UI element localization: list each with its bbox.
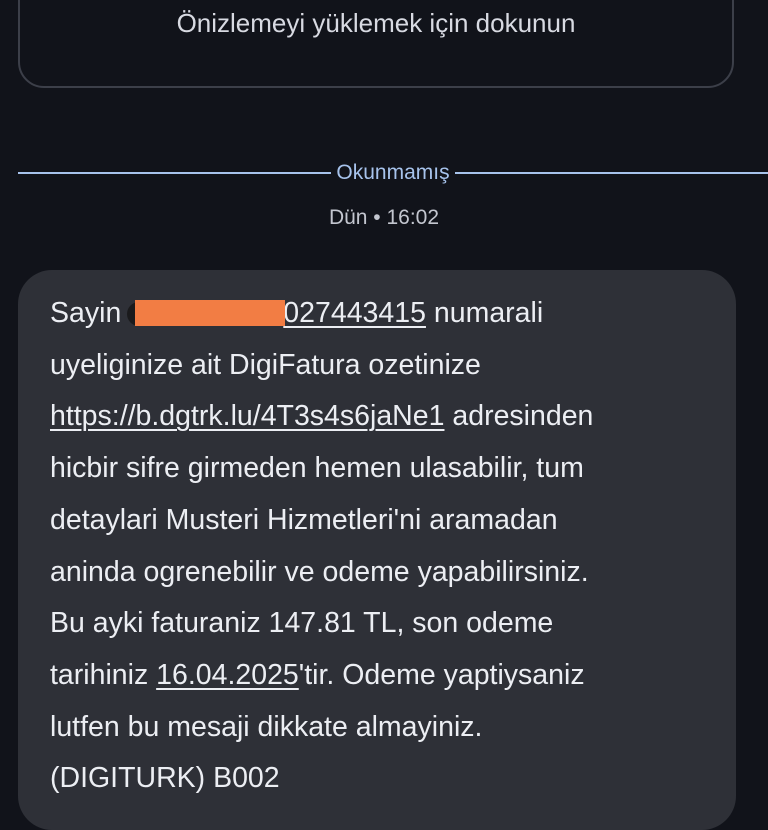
message-text: numarali <box>425 297 544 329</box>
media-preview-card[interactable]: Önizlemeyi yüklemek için dokunun <box>18 0 734 88</box>
preview-load-prompt[interactable]: Önizlemeyi yüklemek için dokunun <box>20 8 732 39</box>
message-timestamp: Dün • 16:02 <box>328 206 440 229</box>
message-line-9: lutfen bu mesaji dikkate almayiniz. <box>50 710 483 743</box>
url-link[interactable]: https://b.dgtrk.lu/4T3s4s6jaNe1 <box>50 400 444 432</box>
message-line-1: Sayin 027443415 numarali <box>50 288 736 340</box>
message-line-7: Bu ayki faturaniz 147.81 TL, son odeme <box>50 607 554 640</box>
message-line-5: detaylari Musteri Hizmetleri'ni aramadan <box>50 503 558 536</box>
message-text: adresinden <box>444 400 594 433</box>
unread-divider: Okunmamış <box>18 156 768 190</box>
message-line-8: tarihiniz 16.04.2025'tir. Odeme yaptiysa… <box>50 650 736 702</box>
redacted-name <box>121 296 286 326</box>
greeting-text: Sayin <box>50 297 122 329</box>
message-line-6: aninda ogrenebilir ve odeme yapabilirsin… <box>50 555 589 588</box>
redaction-box <box>135 300 286 326</box>
message-body: Sayin 027443415 numarali uyeliginize ait … <box>50 288 736 805</box>
message-line-3: https://b.dgtrk.lu/4T3s4s6jaNe1 adresind… <box>50 391 736 443</box>
due-date-link[interactable]: 16.04.2025 <box>156 659 299 691</box>
message-line-2: uyeliginize ait DigiFatura ozetinize <box>50 348 481 381</box>
unread-label: Okunmamış <box>336 161 450 184</box>
message-line-4: hicbir sifre girmeden hemen ulasabilir, … <box>50 452 584 485</box>
account-number-link[interactable]: 027443415 <box>283 297 426 329</box>
divider-line-right <box>454 172 768 174</box>
message-text: tarihiniz <box>50 658 157 691</box>
message-line-10: (DIGITURK) B002 <box>50 762 280 795</box>
message-text: 'tir. Odeme yaptiysaniz <box>298 658 585 691</box>
divider-line-left <box>18 172 332 174</box>
